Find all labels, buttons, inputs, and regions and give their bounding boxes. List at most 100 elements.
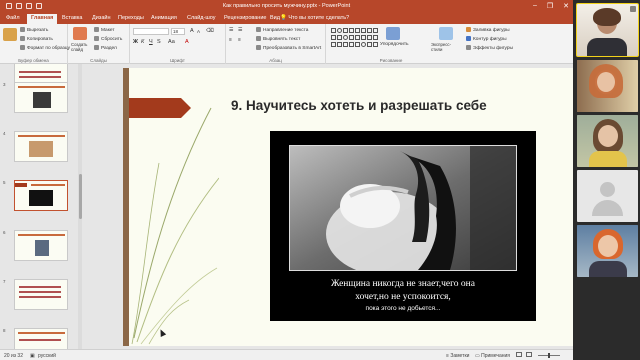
section-icon: [94, 45, 99, 50]
slide-thumbnail[interactable]: [14, 328, 68, 349]
slide-thumbnail-selected[interactable]: [14, 180, 68, 211]
decrease-font-icon[interactable]: A: [197, 29, 200, 34]
paste-icon[interactable]: [3, 28, 17, 41]
align-text-button[interactable]: Выровнять текст: [256, 36, 300, 42]
tab-transitions[interactable]: Переходы: [118, 15, 144, 21]
bold-button[interactable]: Ж: [133, 39, 138, 45]
tab-insert[interactable]: Вставка: [62, 15, 82, 21]
clipboard-group-label: Буфер обмена: [18, 58, 49, 63]
new-slide-icon[interactable]: [73, 27, 87, 40]
restore-button[interactable]: ❐: [547, 2, 553, 10]
video-tile-participant[interactable]: [577, 225, 638, 277]
align-text-label: Выровнять текст: [263, 36, 301, 42]
underline-button[interactable]: Ч: [149, 39, 153, 45]
current-slide[interactable]: 9. Научитесь хотеть и разрешать себе Жен…: [123, 68, 573, 346]
font-name-dropdown[interactable]: [133, 28, 169, 35]
slide-thumbnail[interactable]: [14, 82, 68, 113]
layout-button[interactable]: Макет: [94, 27, 115, 33]
thumbnail-text-line: [19, 71, 61, 73]
zoom-slider-knob[interactable]: [548, 353, 550, 358]
shapes-gallery[interactable]: [330, 27, 378, 49]
arrange-label[interactable]: Упорядочить: [380, 42, 409, 47]
text-direction-button[interactable]: Направление текста: [256, 27, 308, 33]
font-color-icon[interactable]: A: [185, 39, 189, 45]
paragraph-group-label: Абзац: [269, 58, 282, 63]
shape-outline-button[interactable]: Контур фигуры: [466, 36, 507, 42]
font-size-dropdown[interactable]: 18: [171, 28, 185, 35]
slide-title[interactable]: 9. Научитесь хотеть и разрешать себе: [231, 98, 487, 113]
quick-styles-label[interactable]: Экспресс-стили: [431, 42, 457, 52]
smartart-icon: [256, 45, 261, 50]
slide-thumbnail[interactable]: [14, 230, 68, 261]
reset-button[interactable]: Сбросить: [94, 36, 122, 42]
quick-styles-icon[interactable]: [439, 27, 453, 40]
title-bar: Как правильно просить мужчину.pptx - Pow…: [0, 0, 573, 13]
tab-home[interactable]: Главная: [27, 14, 58, 24]
align-icon[interactable]: ≡: [229, 37, 232, 43]
demotivator-poster-image[interactable]: Женщина никогда не знает,чего она хочет,…: [270, 131, 536, 321]
minimize-button[interactable]: –: [533, 2, 537, 10]
tell-me-label: Что вы хотите сделать?: [288, 15, 350, 21]
comments-label: Примечания: [481, 352, 510, 359]
bullets-icon[interactable]: ☰: [229, 27, 233, 33]
align-text-icon: [256, 36, 261, 41]
center-align-icon[interactable]: ≡: [238, 37, 241, 43]
reset-label: Сбросить: [101, 36, 123, 42]
smartart-button[interactable]: Преобразовать в SmartArt: [256, 45, 321, 51]
clear-format-icon[interactable]: ⌫: [206, 28, 214, 34]
thumbnail-title-bar: [18, 86, 65, 88]
tab-slideshow[interactable]: Слайд-шоу: [187, 15, 216, 21]
title-arrow-shape: [129, 98, 191, 118]
notes-label: Заметки: [450, 352, 470, 359]
comments-button[interactable]: ▭ Примечания: [475, 353, 510, 359]
thumbnail-text-line: [19, 76, 61, 78]
slide-sorter-view-icon[interactable]: [526, 352, 532, 357]
change-case-button[interactable]: Аа: [168, 39, 175, 45]
ribbon-tabs: Файл Главная Вставка Дизайн Переходы Ани…: [0, 13, 573, 24]
slide-thumbnail[interactable]: [14, 279, 68, 310]
notes-button[interactable]: ≡ Заметки: [446, 353, 469, 359]
drawing-group: Упорядочить Экспресс-стили Заливка фигур…: [326, 24, 573, 64]
tab-design[interactable]: Дизайн: [92, 15, 111, 21]
speaker-body: [587, 38, 627, 56]
italic-button[interactable]: К: [141, 39, 144, 45]
tell-me-search[interactable]: 💡 Что вы хотите сделать?: [280, 15, 349, 21]
slide-thumbnail[interactable]: [14, 131, 68, 162]
status-bar: 20 из 32 ▣ русский ≡ Заметки ▭ Примечани…: [0, 349, 573, 360]
drawing-group-label: Рисование: [379, 58, 403, 63]
paragraph-group: ☰ ☰ ≡ ≡ Направление текста Выровнять тек…: [226, 24, 326, 64]
participant-body: [589, 151, 627, 167]
numbering-icon[interactable]: ☰: [238, 27, 242, 33]
shape-fill-button[interactable]: Заливка фигуры: [466, 27, 510, 33]
arrange-icon[interactable]: [386, 27, 400, 40]
video-tile-speaker[interactable]: [576, 3, 639, 57]
tab-view[interactable]: Вид: [270, 15, 280, 21]
video-tile-participant[interactable]: [577, 115, 638, 167]
new-slide-label[interactable]: Создать слайд: [71, 42, 93, 52]
increase-font-icon[interactable]: A: [190, 28, 194, 34]
video-tile-participant[interactable]: [577, 60, 638, 112]
copy-label: Копировать: [27, 36, 53, 42]
close-button[interactable]: ✕: [563, 2, 569, 10]
participant-body: [589, 261, 627, 277]
thumbnail-image: [35, 240, 49, 256]
section-button[interactable]: Раздел: [94, 45, 117, 51]
tab-file[interactable]: Файл: [6, 15, 20, 21]
language-indicator[interactable]: русский: [38, 353, 56, 359]
tab-review[interactable]: Рецензирование: [224, 15, 266, 21]
layout-icon: [94, 27, 99, 32]
fill-icon: [466, 27, 471, 32]
thumbnail-number: 5: [3, 180, 6, 185]
shadow-button[interactable]: S: [157, 39, 161, 45]
spellcheck-icon[interactable]: ▣: [30, 353, 35, 359]
normal-view-icon[interactable]: [516, 352, 522, 357]
cut-button[interactable]: Вырезать: [20, 27, 48, 33]
video-tile-no-camera[interactable]: [577, 170, 638, 222]
poster-caption-line-1: Женщина никогда не знает,чего она: [331, 279, 475, 289]
thumbnail-title-bar: [18, 135, 65, 137]
cut-label: Вырезать: [27, 27, 49, 33]
shape-effects-button[interactable]: Эффекты фигуры: [466, 45, 513, 51]
copy-button[interactable]: Копировать: [20, 36, 53, 42]
tab-animations[interactable]: Анимация: [151, 15, 177, 21]
format-painter-button[interactable]: Формат по образцу: [20, 45, 70, 51]
